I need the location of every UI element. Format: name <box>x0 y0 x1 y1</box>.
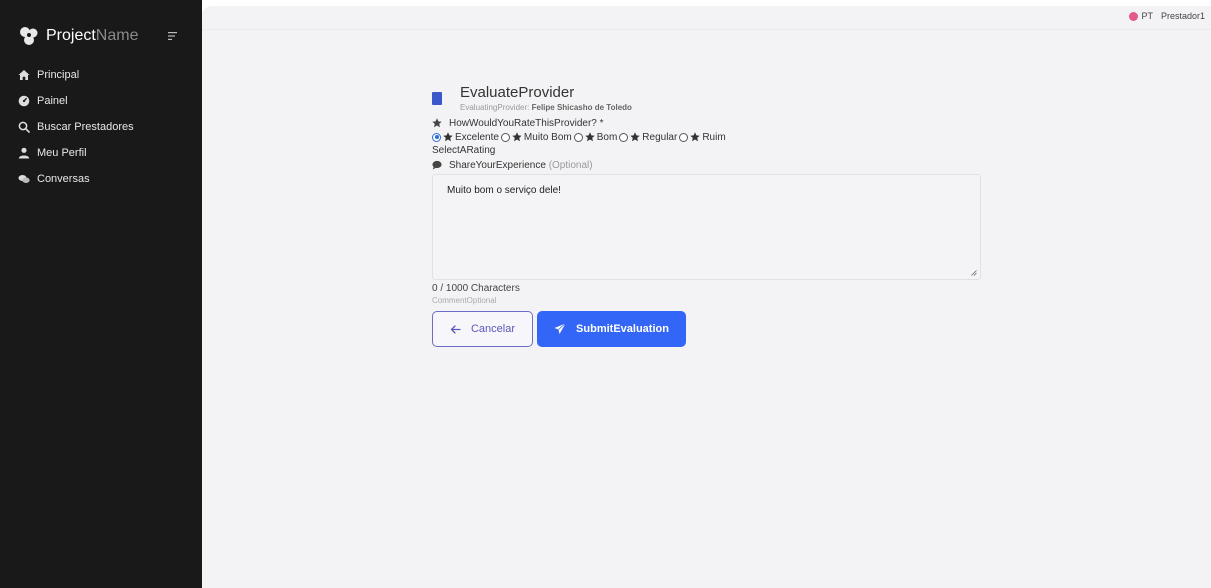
star-icon <box>432 118 442 128</box>
rating-question-label: HowWouldYouRateThisProvider? * <box>449 117 604 129</box>
comment-textarea[interactable]: Muito bom o serviço dele! <box>432 174 981 280</box>
brand[interactable]: Project Name <box>18 24 138 48</box>
star-icon <box>690 132 701 142</box>
sidebar: Project Name Principal Painel Buscar Pres… <box>0 0 202 588</box>
star-icon <box>630 132 640 142</box>
submit-button-label: SubmitEvaluation <box>576 323 669 335</box>
rating-label-excelente[interactable]: Excelente <box>455 132 499 143</box>
experience-optional: (Optional) <box>548 159 593 171</box>
comment-text: Muito bom o serviço dele! <box>447 185 561 196</box>
rating-question: HowWouldYouRateThisProvider? * <box>432 116 992 130</box>
search-icon <box>18 121 30 133</box>
user-icon <box>18 147 30 159</box>
user-menu[interactable]: Prestador1 <box>1161 11 1205 21</box>
paper-plane-icon <box>554 323 566 335</box>
chat-icon <box>18 173 30 185</box>
rating-label-ruim[interactable]: Ruim <box>702 132 725 143</box>
topbar-right: PT Prestador1 <box>1129 11 1205 21</box>
page-title: EvaluateProvider <box>460 84 575 101</box>
sidebar-item-painel[interactable]: Painel <box>18 88 198 114</box>
topbar: PT Prestador1 <box>202 6 1211 30</box>
comment-optional-hint: CommentOptional <box>432 296 497 305</box>
sidebar-item-meu-perfil[interactable]: Meu Perfil <box>18 140 198 166</box>
menu-toggle-icon[interactable] <box>167 30 179 42</box>
char-counter: 0 / 1000 Characters <box>432 283 520 294</box>
form-header: EvaluateProvider EvaluatingProvider: Fel… <box>432 84 992 112</box>
submit-evaluation-button[interactable]: SubmitEvaluation <box>537 311 686 347</box>
brand-name-primary: Project <box>46 27 96 44</box>
evaluating-provider: EvaluatingProvider: Felipe Shicasho de T… <box>460 103 632 112</box>
rating-radio-muito-bom[interactable] <box>500 132 510 142</box>
sidebar-item-conversas[interactable]: Conversas <box>18 166 198 192</box>
sidebar-nav: Principal Painel Buscar Prestadores Meu … <box>18 62 198 192</box>
home-icon <box>18 69 30 81</box>
star-icon <box>443 132 453 142</box>
rating-options: Excelente Muito Bom Bom Regular Ruim <box>432 130 992 144</box>
dashboard-icon <box>18 95 30 107</box>
form-actions: Cancelar SubmitEvaluation <box>432 311 992 347</box>
rating-label-regular[interactable]: Regular <box>642 132 677 143</box>
resize-handle-icon[interactable] <box>971 270 977 276</box>
cancel-button[interactable]: Cancelar <box>432 311 533 347</box>
sidebar-item-label: Principal <box>37 69 80 81</box>
language-flag-icon[interactable] <box>1129 11 1139 21</box>
provider-name: Felipe Shicasho de Toledo <box>531 103 632 112</box>
brand-name-secondary: Name <box>95 27 139 44</box>
rating-radio-regular[interactable] <box>619 132 629 142</box>
evaluation-form: EvaluateProvider EvaluatingProvider: Fel… <box>432 84 992 347</box>
sidebar-item-label: Meu Perfil <box>37 147 87 159</box>
main-content: PT Prestador1 EvaluateProvider Evaluatin… <box>202 6 1211 588</box>
sidebar-item-label: Buscar Prestadores <box>37 121 134 133</box>
sidebar-item-label: Painel <box>37 95 68 107</box>
rating-hint: SelectARating <box>432 145 496 156</box>
cancel-button-label: Cancelar <box>470 323 516 335</box>
evaluating-provider-label: EvaluatingProvider: <box>460 103 530 112</box>
rating-label-muito-bom[interactable]: Muito Bom <box>524 132 572 143</box>
sidebar-item-label: Conversas <box>37 173 90 185</box>
comment-icon <box>432 160 442 170</box>
rating-radio-bom[interactable] <box>573 132 583 142</box>
experience-label: ShareYourExperience <box>449 159 546 171</box>
rating-radio-ruim[interactable] <box>679 132 689 142</box>
sidebar-item-principal[interactable]: Principal <box>18 62 198 88</box>
logo-icon <box>20 27 38 45</box>
rating-radio-excelente[interactable] <box>432 132 441 142</box>
language-selector[interactable]: PT <box>1141 11 1153 21</box>
experience-label-row: ShareYourExperience (Optional) <box>432 158 992 172</box>
provider-avatar-icon <box>432 92 442 105</box>
star-icon <box>585 132 595 142</box>
star-icon <box>512 132 522 142</box>
arrow-left-icon <box>450 324 461 335</box>
rating-label-bom[interactable]: Bom <box>597 132 618 143</box>
sidebar-item-buscar-prestadores[interactable]: Buscar Prestadores <box>18 114 198 140</box>
